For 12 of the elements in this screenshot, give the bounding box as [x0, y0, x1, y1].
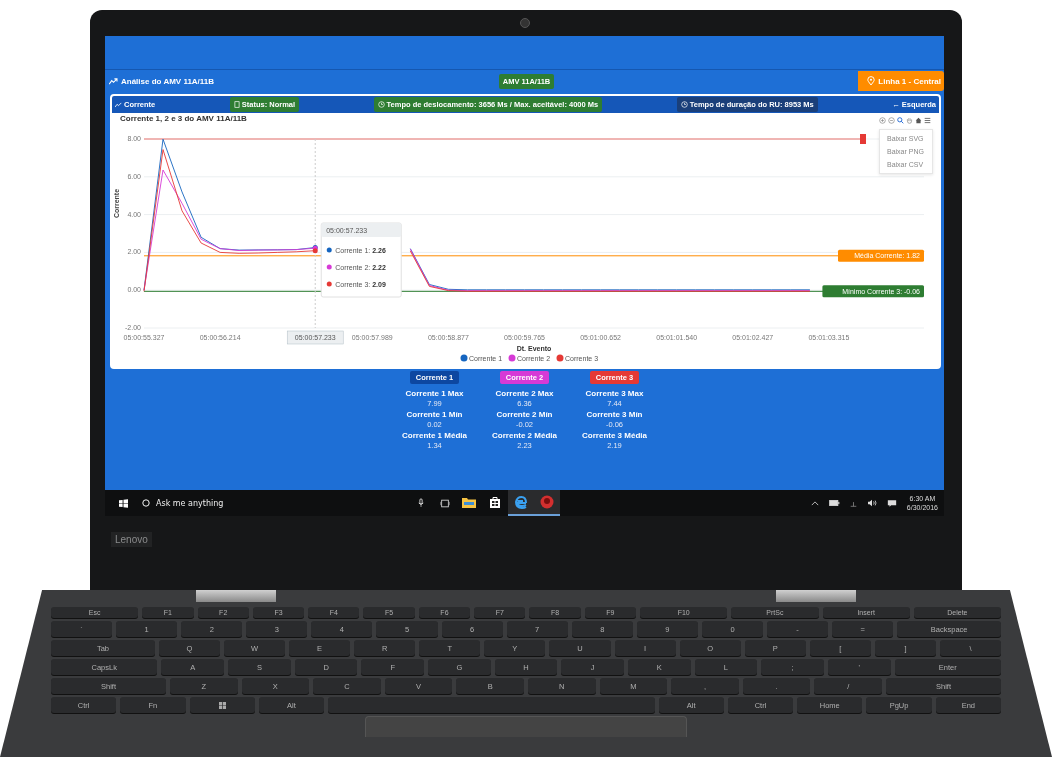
stat-label: Corrente 3 Max: [585, 389, 644, 398]
stat-label: Corrente 2 Média: [492, 431, 557, 440]
stat-label: Corrente 3 Média: [582, 431, 647, 440]
page-title: Análise do AMV 11A/11B: [109, 76, 409, 86]
stat-label: Corrente 3 Mín: [586, 410, 643, 419]
stat-label: Corrente 2 Max: [495, 389, 554, 398]
brand-logo: Lenovo: [111, 532, 152, 547]
stat-label: Corrente 1 Média: [402, 431, 467, 440]
stat-label: Corrente 2 Mín: [496, 410, 553, 419]
stat-label: Corrente 1 Max: [405, 389, 464, 398]
chart-title: Corrente 1, 2 e 3 do AMV 11A/11B: [119, 113, 248, 125]
stat-label: Corrente 1 Mín: [406, 410, 463, 419]
